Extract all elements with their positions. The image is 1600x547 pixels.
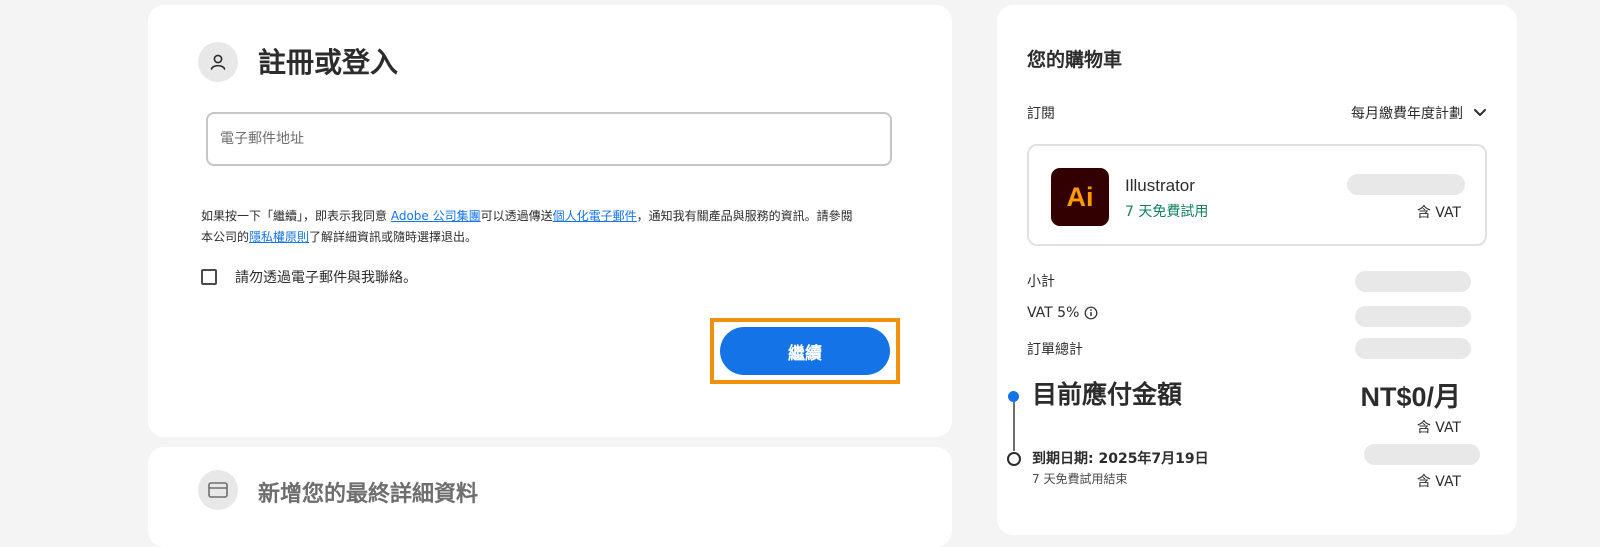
- no-email-checkbox[interactable]: [201, 269, 217, 285]
- order-total-placeholder: [1355, 338, 1471, 359]
- continue-button[interactable]: 繼續: [720, 327, 890, 375]
- user-icon: [210, 54, 226, 70]
- consent-part-1: 如果按一下「繼續」，即表示我同意: [201, 209, 391, 223]
- no-email-checkbox-row[interactable]: 請勿透過電子郵件與我聯絡。: [201, 267, 417, 287]
- vat-placeholder: [1355, 306, 1471, 327]
- timeline-line: [1013, 402, 1015, 451]
- illustrator-logo: Ai: [1051, 168, 1109, 226]
- product-price-placeholder: [1347, 174, 1465, 195]
- consent-part-2: 可以透過傳送: [480, 209, 553, 223]
- product-trial: 7 天免費試用: [1125, 204, 1209, 220]
- product-name: Illustrator: [1125, 176, 1195, 195]
- order-total-label: 訂單總計: [1027, 342, 1083, 358]
- consent-part-4: 了解詳細資訊或隨時選擇退出。: [309, 230, 478, 244]
- credit-card-icon: [208, 482, 228, 498]
- plan-selector-value: 每月繳費年度計劃: [1351, 106, 1463, 122]
- consent-text: 如果按一下「繼續」，即表示我同意 Adobe 公司集團可以透過傳送個人化電子郵件…: [201, 206, 861, 248]
- due-now-vat: 含 VAT: [1416, 420, 1461, 436]
- no-email-checkbox-label: 請勿透過電子郵件與我聯絡。: [235, 270, 417, 286]
- subscription-label: 訂閱: [1027, 106, 1055, 122]
- details-title: 新增您的最終詳細資料: [258, 482, 479, 507]
- vat-label: VAT 5%: [1027, 305, 1080, 321]
- product-item: Ai Illustrator 7 天免費試用 含 VAT: [1027, 144, 1487, 246]
- cart-title: 您的購物車: [1027, 49, 1123, 71]
- vat-row: VAT 5%: [1027, 305, 1098, 321]
- plan-selector[interactable]: 每月繳費年度計劃: [1351, 103, 1487, 123]
- user-avatar: [198, 42, 238, 82]
- product-vat-note: 含 VAT: [1416, 205, 1461, 221]
- email-field[interactable]: [206, 112, 892, 166]
- timeline-future-dot: [1007, 452, 1021, 466]
- expiry-price-placeholder: [1364, 444, 1480, 465]
- personalized-email-link[interactable]: 個人化電子郵件: [553, 209, 637, 223]
- subtotal-label: 小計: [1027, 274, 1055, 290]
- due-now-label: 目前應付金額: [1032, 380, 1183, 409]
- adobe-family-link[interactable]: Adobe 公司集團: [391, 209, 481, 223]
- timeline-current-dot: [1008, 391, 1019, 402]
- due-now-amount: NT$0/月: [1360, 382, 1461, 412]
- expiry-sub: 7 天免費試用結束: [1032, 472, 1128, 486]
- info-icon[interactable]: [1084, 306, 1098, 320]
- privacy-policy-link[interactable]: 隱私權原則: [249, 230, 309, 244]
- subtotal-placeholder: [1355, 271, 1471, 292]
- signin-title: 註冊或登入: [258, 46, 399, 79]
- chevron-down-icon: [1474, 109, 1486, 116]
- card-icon-circle: [198, 470, 238, 510]
- expiry-date: 到期日期: 2025年7月19日: [1032, 451, 1209, 467]
- expiry-vat: 含 VAT: [1416, 474, 1461, 490]
- details-card: 新增您的最終詳細資料: [148, 447, 952, 547]
- cart-card: 您的購物車 訂閱 每月繳費年度計劃 Ai Illustrator 7 天免費試用…: [997, 5, 1517, 535]
